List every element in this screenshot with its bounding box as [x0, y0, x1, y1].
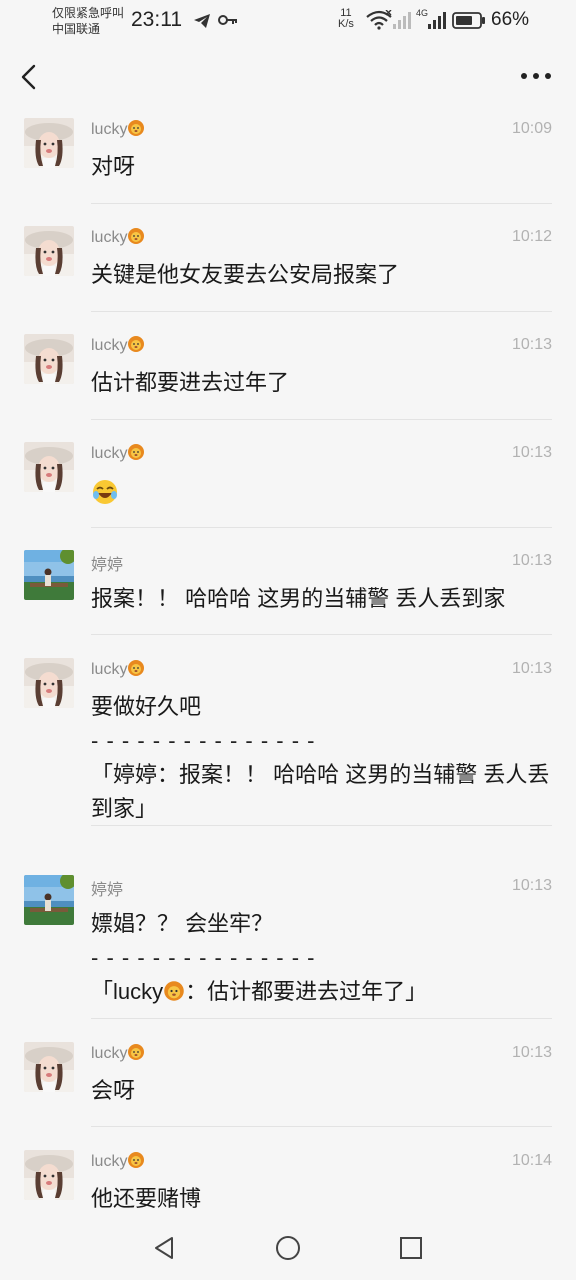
- message-time: 10:12: [511, 228, 552, 245]
- more-options-button[interactable]: [520, 72, 552, 80]
- sender-name-text: lucky: [91, 1153, 128, 1170]
- nav-home-button[interactable]: [273, 1233, 303, 1263]
- sender-name: lucky: [91, 335, 145, 355]
- avatar[interactable]: [24, 875, 74, 925]
- wifi-icon: [366, 10, 392, 30]
- divider: [91, 1126, 552, 1127]
- avatar[interactable]: [24, 118, 74, 168]
- network-speed: 11 K/s: [338, 8, 354, 30]
- key-icon: [218, 15, 237, 25]
- sender-name: lucky: [91, 1043, 145, 1063]
- sender-name: lucky: [91, 659, 145, 679]
- message-time: 10:13: [511, 552, 552, 569]
- sender-name-text: lucky: [91, 121, 128, 138]
- sender-name-text: lucky: [91, 337, 128, 354]
- message-time: 10:13: [511, 1044, 552, 1061]
- carrier-line-1: 仅限紧急呼叫: [52, 6, 125, 20]
- sender-name: lucky: [91, 227, 145, 247]
- carrier-info: 仅限紧急呼叫 中国联通: [52, 5, 124, 37]
- network-speed-unit: K/s: [338, 18, 354, 30]
- divider: [91, 825, 552, 826]
- battery-percent: 66%: [491, 9, 530, 30]
- message-body: 要做好久吧 - - - - - - - - - - - - - - - 「婷婷：…: [91, 690, 551, 826]
- message-time: 10:13: [511, 877, 552, 894]
- message-time: 10:14: [511, 1152, 552, 1169]
- sender-name: lucky: [91, 119, 145, 139]
- divider: [91, 634, 552, 635]
- divider: [91, 527, 552, 528]
- quote-prefix: 「lucky: [91, 979, 164, 1004]
- avatar[interactable]: [24, 334, 74, 384]
- sender-name: lucky: [91, 443, 145, 463]
- message-time: 10:13: [511, 444, 552, 461]
- message-text: 关键是他女友要去公安局报案了: [91, 262, 400, 287]
- quote-separator: - - - - - - - - - - - - - - -: [91, 728, 316, 753]
- avatar[interactable]: [24, 658, 74, 708]
- laughing-emoji-icon: [93, 480, 117, 504]
- avatar[interactable]: [24, 442, 74, 492]
- avatar[interactable]: [24, 1150, 74, 1200]
- divider: [91, 419, 552, 420]
- telegram-icon: [194, 14, 210, 28]
- carrier-line-2: 中国联通: [52, 22, 101, 36]
- battery-icon: [452, 12, 485, 29]
- message-body: 嫖娼？？ 会坐牢？ - - - - - - - - - - - - - - - …: [91, 907, 551, 1009]
- signal-icon-sim1: [393, 12, 411, 29]
- nav-back-button[interactable]: [150, 1233, 180, 1263]
- avatar[interactable]: [24, 550, 74, 600]
- message-text: 估计都要进去过年了: [91, 370, 290, 395]
- back-button[interactable]: [16, 62, 42, 92]
- sender-name-text: lucky: [91, 661, 128, 678]
- lion-emoji-icon: [128, 660, 145, 676]
- status-bar: 仅限紧急呼叫 中国联通 23:11 11 K/s 4G 66%: [0, 0, 576, 44]
- lion-emoji-icon: [128, 228, 145, 244]
- chat-history-header: [0, 44, 576, 108]
- system-nav-bar: [0, 1220, 576, 1280]
- status-time: 23:11: [131, 8, 182, 31]
- lion-emoji-icon: [128, 1044, 145, 1060]
- message-time: 10:09: [511, 120, 552, 137]
- message-text: 要做好久吧: [91, 694, 202, 719]
- message-emoji: [91, 474, 551, 516]
- message-time: 10:13: [511, 336, 552, 353]
- divider: [91, 1018, 552, 1019]
- message-text: 报案！！ 哈哈哈 这男的当辅警 丢人丢到家: [91, 586, 506, 611]
- message-text: 嫖娼？？ 会坐牢？: [91, 911, 274, 936]
- lion-emoji-icon: [128, 444, 145, 460]
- lion-emoji-icon: [128, 1152, 145, 1168]
- message-time: 10:13: [511, 660, 552, 677]
- quoted-message: 「婷婷：报案！！ 哈哈哈 这男的当辅警 丢人丢到家」: [91, 762, 550, 821]
- message-text: 对呀: [91, 154, 136, 179]
- sender-name-text: lucky: [91, 229, 128, 246]
- sender-name-text: lucky: [91, 445, 128, 462]
- avatar[interactable]: [24, 1042, 74, 1092]
- nav-recents-button[interactable]: [396, 1233, 426, 1263]
- message-text: 他还要赌博: [91, 1186, 202, 1211]
- lion-emoji-icon: [164, 981, 184, 1001]
- sender-name: 婷婷: [91, 882, 124, 899]
- quote-separator: - - - - - - - - - - - - - - -: [91, 945, 316, 970]
- divider: [91, 311, 552, 312]
- quoted-message: 「lucky ：估计都要进去过年了」: [91, 975, 551, 1009]
- signal-icon-sim2: [428, 12, 446, 29]
- sender-name: 婷婷: [91, 557, 124, 574]
- sender-name-text: lucky: [91, 1045, 128, 1062]
- avatar[interactable]: [24, 226, 74, 276]
- sender-name: lucky: [91, 1151, 145, 1171]
- quote-text: ：估计都要进去过年了」: [185, 979, 428, 1004]
- message-text: 会呀: [91, 1078, 136, 1103]
- lion-emoji-icon: [128, 120, 145, 136]
- lion-emoji-icon: [128, 336, 145, 352]
- divider: [91, 203, 552, 204]
